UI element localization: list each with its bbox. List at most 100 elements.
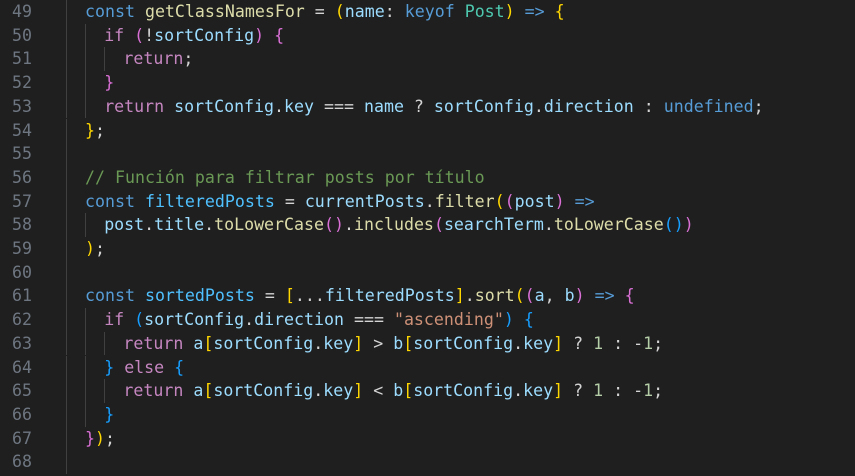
code-token: Post [464,2,505,21]
code-token: toLowerCase [553,215,664,235]
code-line[interactable]: 56 // Función para filtrar posts por títu… [0,165,855,190]
indent-guide [66,331,67,356]
code-token: ] [353,381,364,401]
indent-guide [66,308,67,332]
code-token: ( [334,2,345,21]
code-token: ( [524,286,535,306]
code-token: ; [95,239,105,258]
code-line[interactable]: 63 return a[sortConfig.key] > b[sortConfi… [0,331,855,356]
line-number: 61 [12,286,32,306]
code-line[interactable]: 54}; [0,118,855,143]
code-line[interactable]: 58 post.title.toLowerCase().includes(sear… [0,213,855,237]
code-token: () [663,215,684,235]
code-line[interactable]: 52} [0,71,855,95]
code-token: ] [353,333,364,353]
code-token: ? [563,333,594,353]
line-number: 65 [12,381,32,401]
code-text: // Función para filtrar posts por título [85,166,485,190]
code-line[interactable]: 53 return sortConfig.key === name ? sortC… [0,94,855,119]
code-token: ; [95,120,105,140]
code-line[interactable]: 68 [0,450,855,474]
code-token: ] [553,333,564,353]
indent-guide [85,402,86,427]
code-token: key [284,96,315,116]
code-token: filteredPosts [324,286,455,306]
code-line[interactable]: 64} else { [0,355,855,380]
line-number: 67 [12,428,32,448]
code-token: [ [203,333,214,353]
line-number: 66 [12,404,32,424]
code-line[interactable]: 60 [0,260,855,285]
code-text: post.title.toLowerCase().includes(search… [104,213,694,237]
code-token: . [244,310,255,330]
indent-guide [66,450,67,474]
code-token: - [633,333,644,353]
indent-guide [66,213,67,237]
line-number: 60 [12,262,32,282]
code-line[interactable]: 61 const sortedPosts = [...filteredPosts]… [0,284,855,309]
code-token: ) [683,215,694,235]
code-text: }; [85,119,105,143]
code-line[interactable]: 62 if (sortConfig.direction === "ascendin… [0,308,855,332]
indent-guide [66,94,67,119]
code-token: if [104,25,135,45]
code-token: . [464,286,475,306]
code-line[interactable]: 57 const filteredPosts = currentPosts.fil… [0,189,855,214]
code-token: sortConfig [213,333,314,353]
code-token: sort [474,286,515,306]
code-token: ( [433,215,444,235]
code-token: ; [653,333,664,353]
code-token: toLowerCase [214,215,325,235]
code-line[interactable]: 59); [0,237,855,261]
code-line[interactable]: 67}); [0,426,855,451]
indent-guide [85,331,86,356]
code-line[interactable]: 65 return a[sortConfig.key] < b[sortConfi… [0,379,855,403]
code-token: [ [203,381,214,401]
indent-guide [66,355,67,380]
line-number: 55 [12,144,32,164]
code-token: keyof [404,2,465,21]
code-token: ! [144,25,155,45]
code-token: post [104,215,145,235]
code-token: , [544,286,565,306]
code-token: ; [105,428,115,448]
code-token: sortConfig [144,310,245,330]
indent-guide [66,402,67,427]
indent-guide [66,118,67,143]
line-number: 56 [12,167,32,187]
code-token: . [344,215,354,235]
code-line[interactable]: 51 return; [0,47,855,72]
code-token: } [104,404,115,424]
code-line[interactable]: 49 const getClassNamesFor = (name: keyof … [0,0,855,24]
code-token: === [314,96,364,116]
code-token: = [274,191,305,211]
code-token: key [323,381,354,401]
indent-guide [66,47,67,72]
code-token: currentPosts [304,191,425,211]
code-token: = [254,286,285,306]
indent-guide [66,0,67,24]
code-editor[interactable]: 49 const getClassNamesFor = (name: keyof … [0,0,855,476]
code-token: : [384,2,405,21]
code-token: [ [284,286,295,306]
code-token: const [85,191,145,211]
line-number: 68 [12,452,32,472]
line-number: 59 [12,239,32,258]
code-line[interactable]: 50 if (!sortConfig) { [0,23,855,48]
code-token: - [633,381,644,401]
code-token: . [144,215,155,235]
code-token: } [85,428,95,448]
code-token: } [104,357,115,377]
code-token: ) [254,25,265,45]
code-token: b [393,333,404,353]
code-token: [ [403,333,414,353]
code-token: } [104,73,115,93]
code-token: ... [294,286,325,306]
code-token: if [104,310,135,330]
code-line[interactable]: 55 [0,142,855,166]
code-line[interactable]: 66} [0,402,855,427]
indent-guide [66,189,67,214]
